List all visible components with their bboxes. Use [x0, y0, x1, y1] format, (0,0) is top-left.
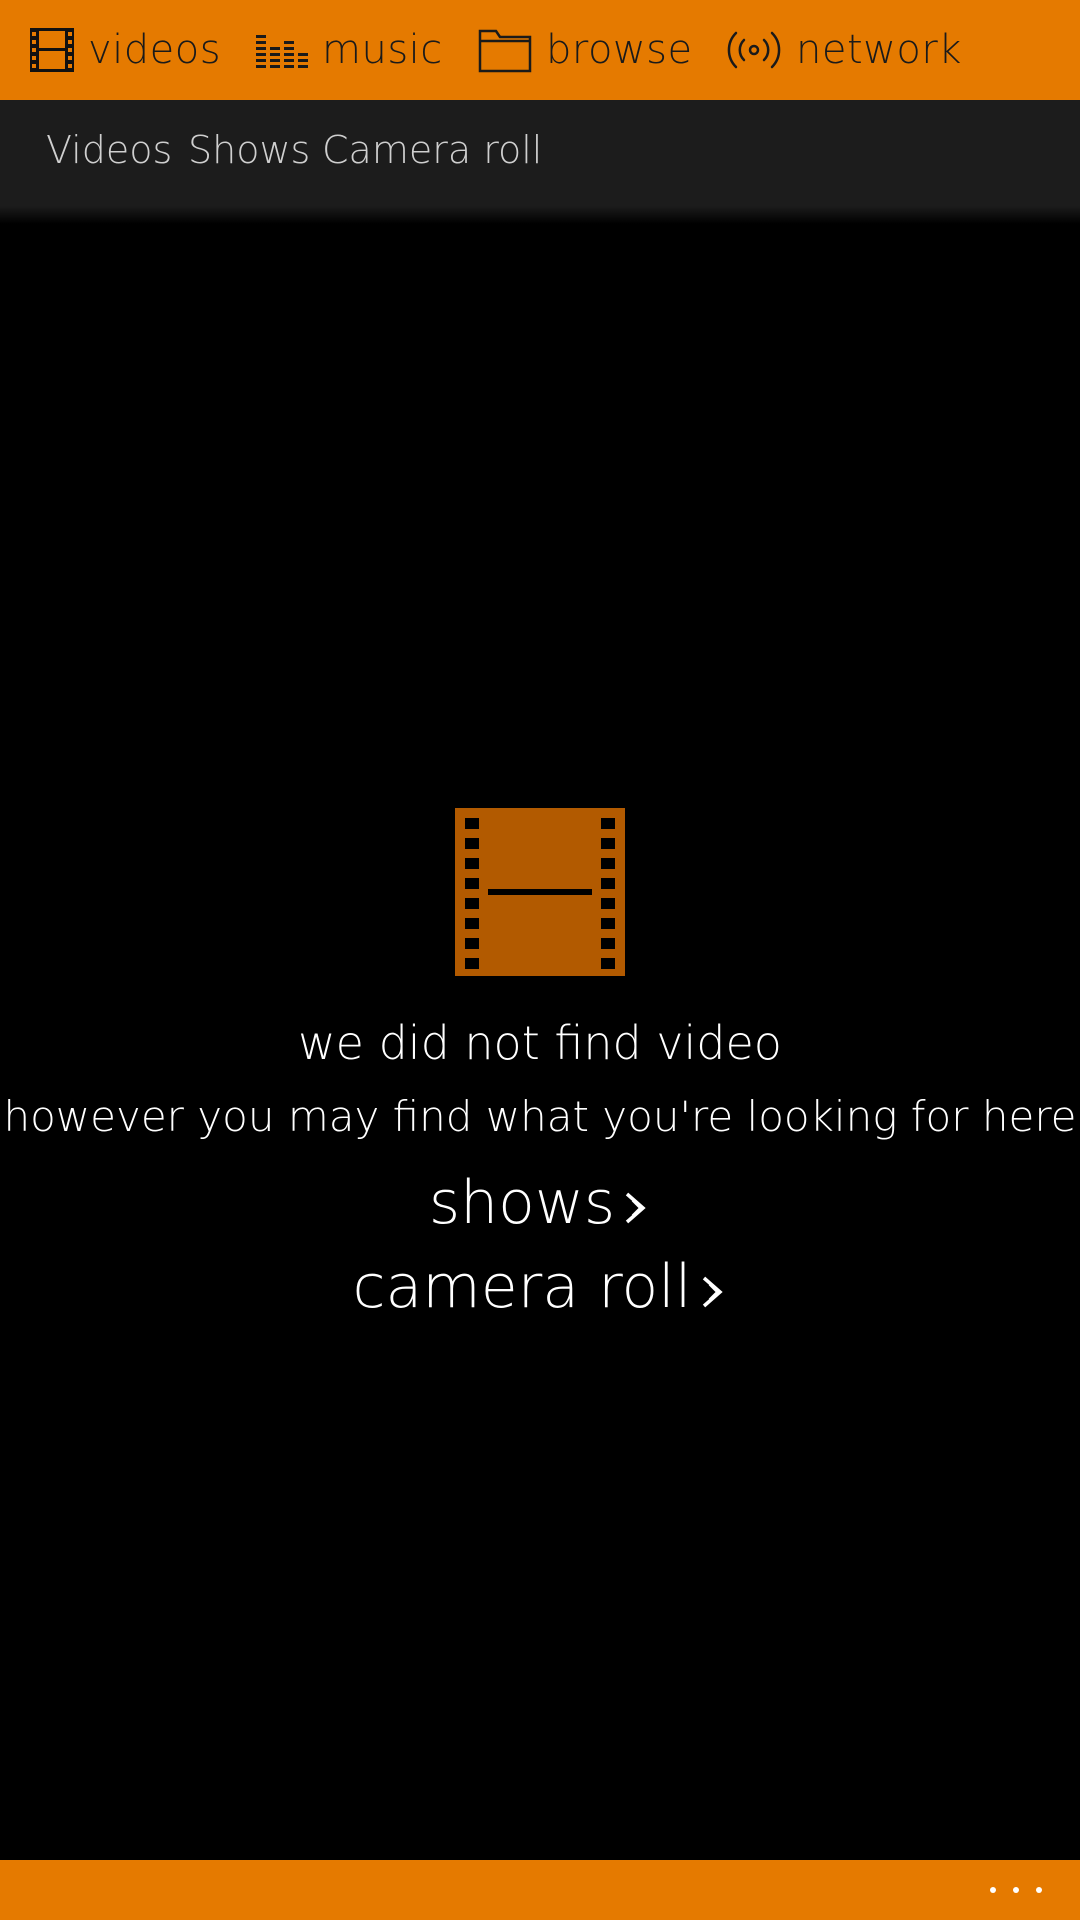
more-dot [1013, 1887, 1019, 1893]
double-chevron-right-icon [700, 1274, 728, 1310]
tab-camera-roll[interactable]: Camera roll [322, 128, 542, 172]
more-dot [990, 1887, 996, 1893]
nav-item-network[interactable]: network [726, 0, 962, 100]
app-bar [0, 1860, 1080, 1920]
shows-link[interactable]: shows [0, 1168, 1080, 1238]
nav-item-videos[interactable]: videos [30, 0, 221, 100]
nav-label-network: network [796, 27, 962, 73]
nav-label-videos: videos [88, 27, 222, 73]
broadcast-icon [726, 30, 782, 70]
camera-roll-link[interactable]: camera roll [0, 1252, 1080, 1322]
empty-state-title: we did not find video [298, 1016, 782, 1070]
tab-videos[interactable]: Videos [46, 128, 172, 172]
shows-link-label: shows [428, 1168, 616, 1238]
double-chevron-right-icon [623, 1190, 651, 1226]
nav-label-music: music [322, 27, 443, 73]
nav-label-browse: browse [546, 27, 693, 73]
nav-item-browse[interactable]: browse [478, 0, 693, 100]
empty-film-icon [455, 808, 625, 976]
equalizer-icon [256, 29, 308, 71]
more-dot [1036, 1887, 1042, 1893]
empty-state-subtitle: however you may find what you're looking… [3, 1092, 1077, 1141]
camera-roll-link-label: camera roll [352, 1252, 692, 1322]
top-nav-bar: videos music browse network [0, 0, 1080, 100]
film-icon [30, 28, 74, 72]
pivot-shadow [0, 206, 1080, 224]
more-ellipsis-icon[interactable] [990, 1872, 1042, 1908]
folder-icon [478, 27, 532, 73]
tab-shows[interactable]: Shows [188, 128, 310, 172]
nav-item-music[interactable]: music [256, 0, 443, 100]
